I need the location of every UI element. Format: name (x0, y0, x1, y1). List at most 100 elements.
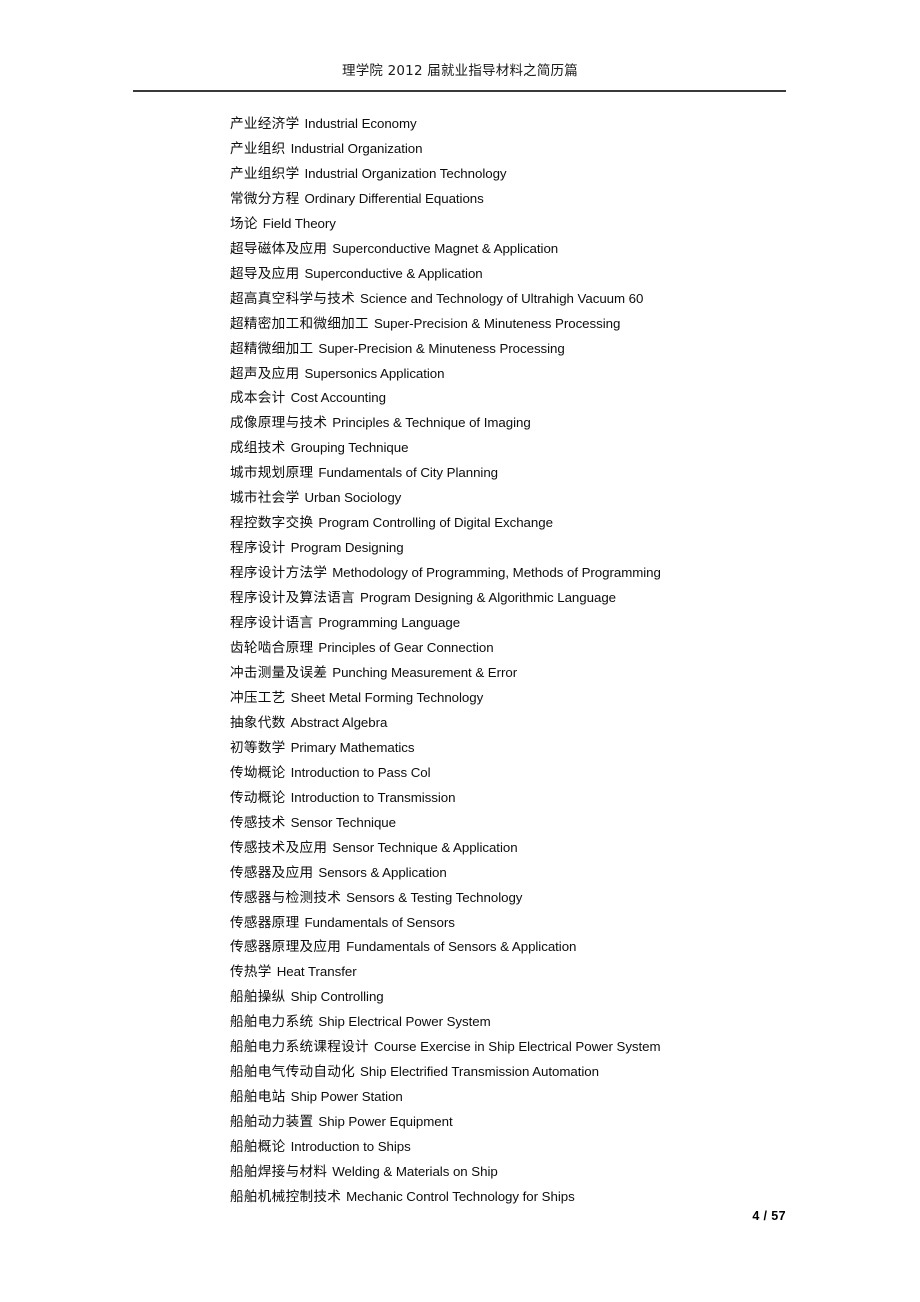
glossary-term-en: Fundamentals of Sensors (304, 914, 455, 930)
glossary-entry: 超声及应用 Supersonics Application (230, 362, 870, 387)
glossary-term-cn: 传坳概论 (230, 764, 286, 781)
glossary-term-cn: 初等数学 (230, 739, 286, 756)
glossary-entry: 程序设计及算法语言 Program Designing & Algorithmic… (230, 586, 870, 611)
glossary-term-cn: 传热学 (230, 964, 272, 981)
glossary-term-en: Introduction to Pass Col (290, 764, 431, 780)
glossary-term-cn: 抽象代数 (230, 714, 286, 731)
glossary-term-cn: 超导磁体及应用 (230, 240, 328, 257)
header-title: 理学院 2012 届就业指导材料之简历篇 (342, 63, 578, 79)
glossary-entry: 初等数学 Primary Mathematics (230, 736, 870, 761)
glossary-term-en: Sensors & Testing Technology (346, 889, 523, 905)
glossary-term-en: Ordinary Differential Equations (304, 190, 484, 206)
glossary-entry: 城市规划原理 Fundamentals of City Planning (230, 461, 870, 486)
glossary-entry: 船舶电力系统 Ship Electrical Power System (230, 1010, 870, 1035)
glossary-term-cn: 船舶概论 (230, 1139, 286, 1156)
glossary-term-en: Sheet Metal Forming Technology (290, 689, 484, 705)
glossary-term-en: Cost Accounting (290, 390, 386, 406)
glossary-term-en: Urban Sociology (304, 490, 402, 506)
glossary-term-en: Fundamentals of City Planning (318, 465, 499, 481)
glossary-term-cn: 产业组织学 (230, 165, 300, 182)
glossary-entry: 船舶电站 Ship Power Station (230, 1085, 870, 1110)
glossary-term-cn: 船舶焊接与材料 (230, 1164, 328, 1181)
glossary-entry: 程控数字交换 Program Controlling of Digital Exc… (230, 511, 870, 536)
page-number: 4 / 57 (752, 1209, 786, 1223)
glossary-entry: 传动概论 Introduction to Transmission (230, 786, 870, 811)
glossary-term-cn: 场论 (230, 215, 258, 232)
glossary-term-cn: 超精密加工和微细加工 (230, 315, 369, 332)
glossary-term-en: Welding & Materials on Ship (332, 1164, 498, 1180)
glossary-term-cn: 传感器及应用 (230, 864, 314, 881)
glossary-entry: 超导及应用 Superconductive & Application (230, 262, 870, 287)
glossary-term-en: Ship Power Station (290, 1089, 403, 1105)
glossary-term-cn: 船舶机械控制技术 (230, 1188, 342, 1205)
glossary-term-cn: 船舶动力装置 (230, 1114, 314, 1131)
glossary-term-en: Industrial Organization Technology (304, 165, 507, 181)
glossary-entry: 船舶操纵 Ship Controlling (230, 985, 870, 1010)
glossary-term-en: Methodology of Programming, Methods of P… (332, 565, 661, 581)
document-page: 理学院 2012 届就业指导材料之简历篇 产业经济学 Industrial Eco… (0, 0, 920, 1302)
glossary-entry: 超精密加工和微细加工 Super-Precision & Minuteness P… (230, 312, 870, 337)
glossary-term-cn: 齿轮啮合原理 (230, 640, 314, 657)
glossary-term-en: Punching Measurement & Error (332, 664, 518, 680)
glossary-term-en: Ship Electrical Power System (318, 1014, 491, 1030)
glossary-entry: 程序设计语言 Programming Language (230, 611, 870, 636)
glossary-entry: 冲击测量及误差 Punching Measurement & Error (230, 661, 870, 686)
glossary-entry: 超导磁体及应用 Superconductive Magnet & Applicat… (230, 237, 870, 262)
glossary-term-cn: 城市社会学 (230, 490, 300, 507)
glossary-term-cn: 船舶电气传动自动化 (230, 1064, 356, 1081)
glossary-entry: 产业经济学 Industrial Economy (230, 112, 870, 137)
glossary-term-en: Superconductive Magnet & Application (332, 240, 559, 256)
glossary-term-en: Ship Power Equipment (318, 1114, 453, 1130)
glossary-entry: 常微分方程 Ordinary Differential Equations (230, 187, 870, 212)
glossary-entry: 传感器原理 Fundamentals of Sensors (230, 911, 870, 936)
glossary-term-cn: 船舶操纵 (230, 989, 286, 1006)
glossary-term-cn: 超声及应用 (230, 365, 300, 382)
glossary-term-en: Program Controlling of Digital Exchange (318, 515, 553, 531)
glossary-term-en: Mechanic Control Technology for Ships (346, 1188, 575, 1204)
glossary-term-en: Principles of Gear Connection (318, 640, 494, 656)
glossary-term-cn: 程序设计 (230, 540, 286, 557)
glossary-term-cn: 超高真空科学与技术 (230, 290, 356, 307)
glossary-term-cn: 船舶电站 (230, 1089, 286, 1106)
glossary-term-cn: 船舶电力系统 (230, 1014, 314, 1031)
glossary-entry: 产业组织学 Industrial Organization Technology (230, 162, 870, 187)
glossary-term-en: Science and Technology of Ultrahigh Vacu… (360, 290, 644, 306)
glossary-term-en: Course Exercise in Ship Electrical Power… (373, 1039, 661, 1055)
glossary-entry: 船舶焊接与材料 Welding & Materials on Ship (230, 1160, 870, 1185)
glossary-term-cn: 传感技术 (230, 814, 286, 831)
glossary-term-en: Industrial Organization (290, 140, 423, 156)
course-glossary-list: 产业经济学 Industrial Economy 产业组织 Industrial Or… (230, 112, 870, 1210)
glossary-entry: 程序设计方法学 Methodology of Programming, Metho… (230, 561, 870, 586)
glossary-term-en: Abstract Algebra (290, 714, 388, 730)
glossary-entry: 船舶概论 Introduction to Ships (230, 1135, 870, 1160)
glossary-term-en: Sensor Technique & Application (332, 839, 518, 855)
glossary-term-cn: 传感技术及应用 (230, 839, 328, 856)
glossary-term-cn: 冲击测量及误差 (230, 664, 328, 681)
glossary-term-cn: 成本会计 (230, 390, 286, 407)
glossary-term-en: Sensors & Application (318, 864, 447, 880)
glossary-entry: 船舶电气传动自动化 Ship Electrified Transmission A… (230, 1060, 870, 1085)
glossary-term-cn: 传感器原理及应用 (230, 939, 342, 956)
glossary-entry: 城市社会学 Urban Sociology (230, 486, 870, 511)
glossary-entry: 成组技术 Grouping Technique (230, 436, 870, 461)
glossary-term-cn: 常微分方程 (230, 190, 300, 207)
glossary-term-cn: 船舶电力系统课程设计 (230, 1039, 369, 1056)
glossary-term-en: Super-Precision & Minuteness Processing (373, 315, 621, 331)
glossary-term-en: Industrial Economy (304, 116, 417, 131)
glossary-term-en: Sensor Technique (290, 814, 396, 830)
glossary-entry: 齿轮啮合原理 Principles of Gear Connection (230, 636, 870, 661)
glossary-term-cn: 超导及应用 (230, 265, 300, 282)
glossary-term-cn: 传感器与检测技术 (230, 889, 342, 906)
glossary-entry: 船舶动力装置 Ship Power Equipment (230, 1110, 870, 1135)
glossary-term-cn: 程序设计方法学 (230, 565, 328, 582)
glossary-entry: 传热学 Heat Transfer (230, 960, 870, 985)
glossary-entry: 传感技术 Sensor Technique (230, 811, 870, 836)
glossary-entry: 传感器原理及应用 Fundamentals of Sensors & Applic… (230, 935, 870, 960)
glossary-term-en: Field Theory (262, 215, 336, 231)
glossary-term-en: Program Designing & Algorithmic Language (360, 590, 617, 606)
glossary-term-cn: 传动概论 (230, 789, 286, 806)
glossary-entry: 超精微细加工 Super-Precision & Minuteness Proce… (230, 337, 870, 362)
glossary-entry: 成像原理与技术 Principles & Technique of Imaging (230, 411, 870, 436)
glossary-term-cn: 超精微细加工 (230, 340, 314, 357)
glossary-term-en: Superconductive & Application (304, 265, 483, 281)
